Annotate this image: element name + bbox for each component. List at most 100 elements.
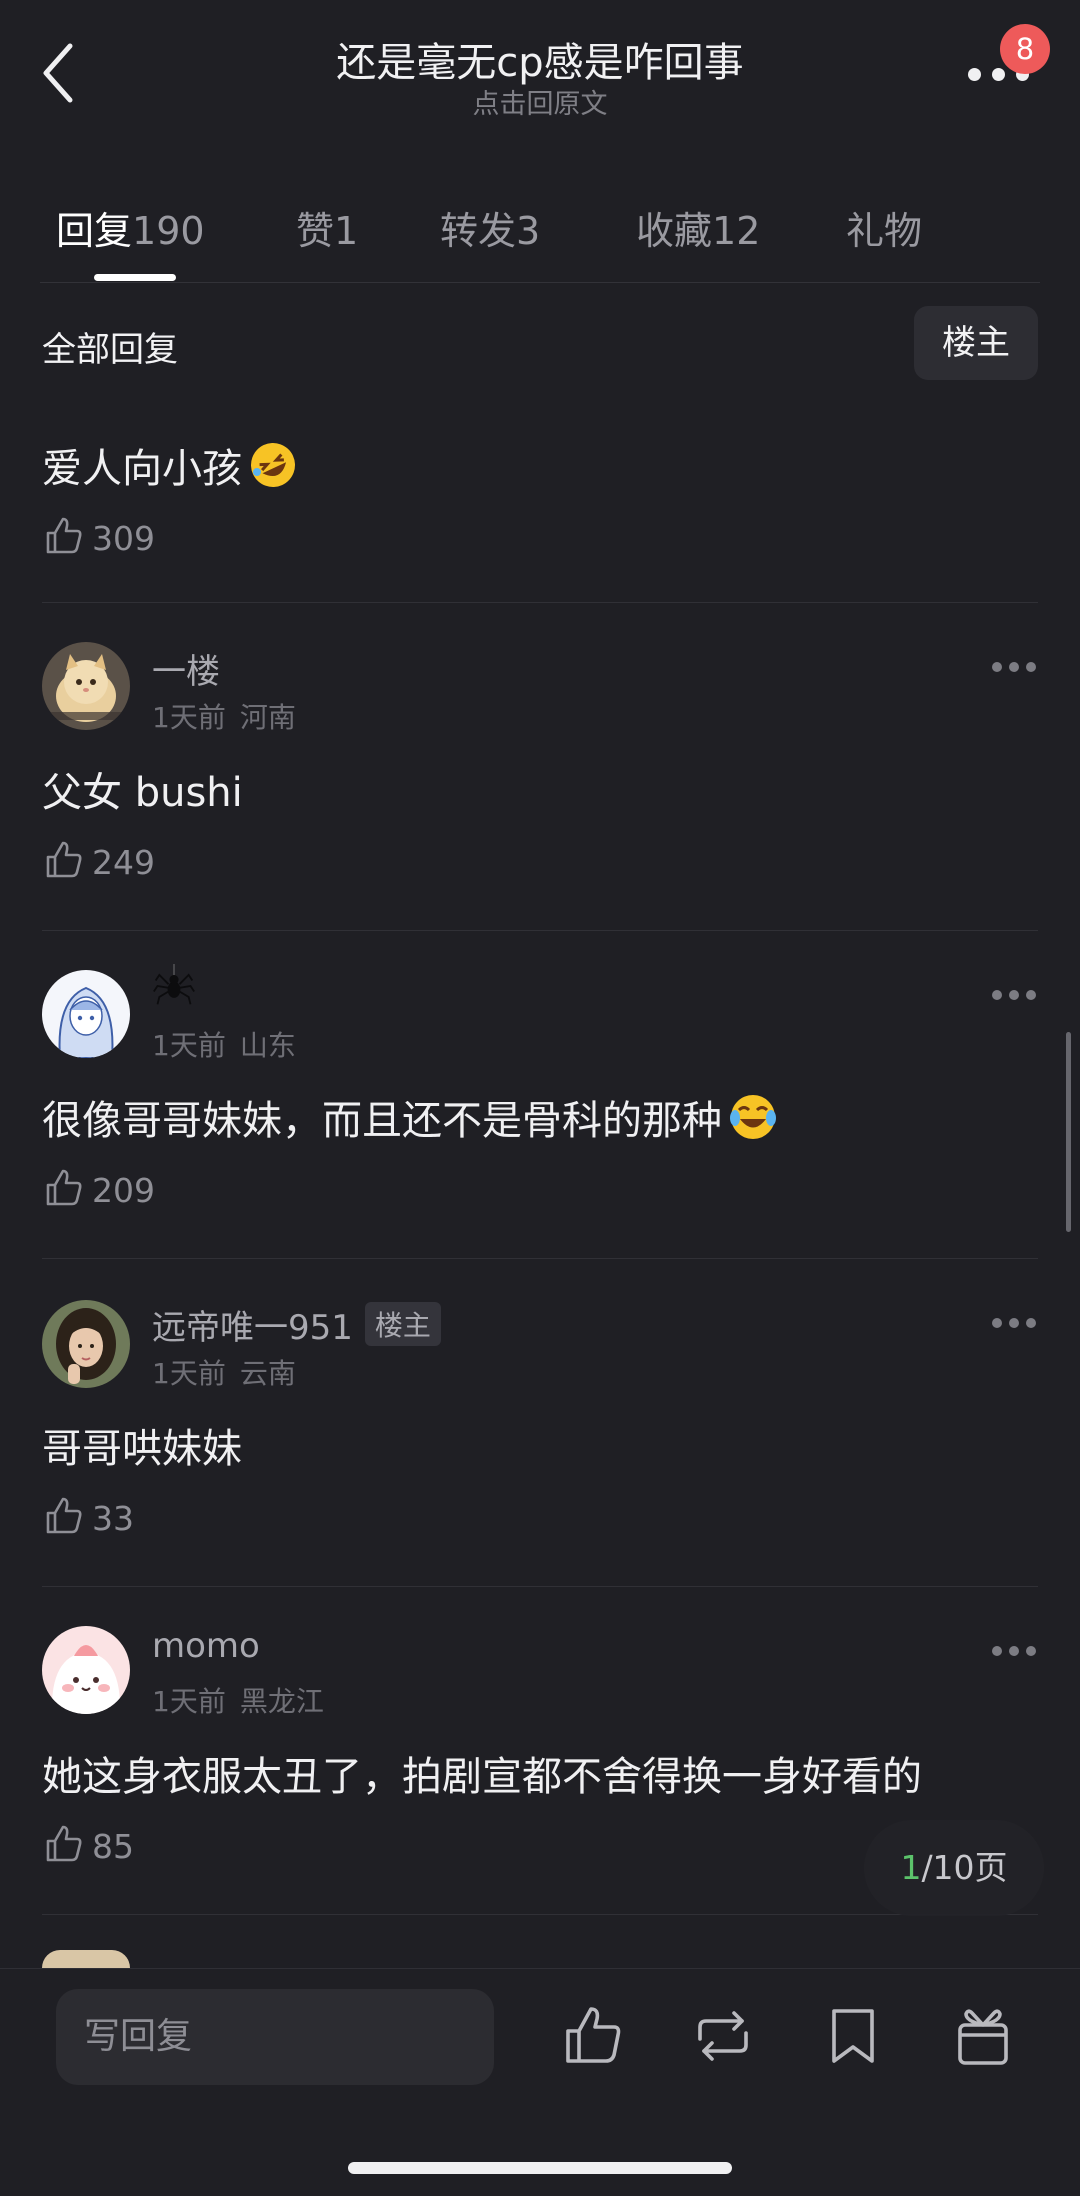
repost-icon (698, 2011, 748, 2061)
tab-reposts[interactable]: 转发3 (440, 200, 540, 255)
spider-icon (153, 964, 195, 1005)
active-tab-indicator (94, 274, 176, 281)
tab-count: 3 (516, 209, 541, 253)
comment-text: 哥哥哄妹妹 (42, 1426, 242, 1472)
gift-button[interactable] (950, 2001, 1016, 2071)
thumb-up-icon (566, 2007, 621, 2063)
tab-label: 转发 (440, 209, 517, 253)
comment-text-content: 很像哥哥妹妹，而且还不是骨科的那种 (42, 1098, 722, 1144)
like-count: 85 (92, 1827, 134, 1866)
like-count: 309 (92, 519, 155, 558)
thumb-up-icon (46, 1825, 82, 1862)
tab-gifts[interactable]: 礼物 (846, 200, 922, 255)
scrollbar[interactable] (1066, 1032, 1071, 1232)
thumb-up-icon (46, 1169, 82, 1206)
like-button[interactable]: 209 (42, 1166, 155, 1212)
username[interactable]: 一楼 (152, 644, 220, 693)
notification-badge: 8 (1000, 24, 1050, 74)
comment-more-button[interactable] (992, 1644, 1036, 1658)
like-button[interactable]: 309 (42, 514, 155, 560)
comment-location: 黑龙江 (239, 1685, 324, 1718)
more-icon (992, 990, 1002, 1000)
bookmark-icon (832, 2009, 874, 2063)
comment-text-content: 爱人向小孩 (42, 446, 242, 492)
bookmark-button[interactable] (820, 2001, 886, 2071)
like-count: 249 (92, 843, 155, 882)
tab-likes[interactable]: 赞1 (296, 200, 358, 255)
rofl-emoji (251, 443, 295, 487)
like-post-button[interactable] (560, 2001, 626, 2071)
home-indicator[interactable] (348, 2162, 732, 2174)
username[interactable]: 远帝唯一951 楼主 (152, 1300, 441, 1349)
more-icon (968, 68, 981, 81)
total-pages: /10页 (921, 1848, 1008, 1887)
tab-bar: 回复190 赞1 转发3 收藏12 礼物 (0, 190, 1080, 280)
tears-of-joy-emoji (730, 1095, 776, 1139)
page-indicator[interactable]: 1/10页 (864, 1820, 1044, 1916)
op-tag: 楼主 (364, 1302, 441, 1346)
avatar[interactable] (42, 970, 130, 1058)
current-page: 1 (900, 1848, 922, 1887)
comment-meta: 1天前 云南 (152, 1352, 296, 1392)
comment-time: 1天前 (152, 1357, 226, 1390)
divider (40, 282, 1040, 283)
more-icon-dot (992, 68, 1005, 81)
more-icon (992, 1318, 1002, 1328)
tab-replies[interactable]: 回复190 (56, 200, 205, 255)
like-button[interactable]: 33 (42, 1494, 134, 1540)
tab-count: 12 (712, 209, 761, 253)
comment-text: 父女 bushi (42, 770, 243, 816)
divider (42, 1914, 1038, 1915)
more-icon-dot (1026, 1646, 1036, 1656)
divider (42, 1586, 1038, 1587)
avatar[interactable] (42, 1950, 130, 1968)
like-button[interactable]: 85 (42, 1822, 134, 1868)
avatar[interactable] (42, 1300, 130, 1388)
tab-label: 礼物 (846, 209, 923, 253)
more-icon-dot (1009, 990, 1019, 1000)
username[interactable] (152, 964, 196, 1017)
like-count: 33 (92, 1499, 134, 1538)
repost-button[interactable] (690, 2001, 756, 2071)
like-count: 209 (92, 1171, 155, 1210)
more-icon (992, 662, 1002, 672)
comment-meta: 1天前 黑龙江 (152, 1680, 324, 1720)
comment-time: 1天前 (152, 1029, 226, 1062)
divider (42, 930, 1038, 931)
comment-more-button[interactable] (992, 1316, 1036, 1330)
like-button[interactable]: 249 (42, 838, 155, 884)
reply-input[interactable]: 写回复 (56, 1989, 494, 2085)
tab-count: 190 (132, 209, 205, 253)
avatar[interactable] (42, 642, 130, 730)
tab-favorites[interactable]: 收藏12 (636, 200, 760, 255)
thumb-up-icon (46, 1497, 82, 1534)
comment-text: 爱人向小孩 (42, 436, 298, 494)
tab-label: 回复 (56, 209, 133, 253)
comment-location: 云南 (239, 1357, 296, 1390)
tab-label: 赞 (296, 209, 335, 253)
back-to-original-link[interactable]: 点击回原文 (0, 82, 1080, 121)
more-icon-dot (1009, 1646, 1019, 1656)
comment-text: 她这身衣服太丑了，拍剧宣都不舍得换一身好看的 (42, 1754, 922, 1800)
comment-more-button[interactable] (992, 988, 1036, 1002)
comment-location: 山东 (239, 1029, 296, 1062)
top-bar: 还是毫无cp感是咋回事 点击回原文 8 (0, 0, 1080, 130)
post-title[interactable]: 还是毫无cp感是咋回事 (0, 30, 1080, 88)
comment-more-button[interactable] (992, 660, 1036, 674)
more-icon-dot (1026, 662, 1036, 672)
tab-count: 1 (334, 209, 359, 253)
op-filter-button[interactable]: 楼主 (914, 306, 1038, 380)
more-icon-dot (1026, 1318, 1036, 1328)
avatar[interactable] (42, 1626, 130, 1714)
more-icon-dot (1009, 1318, 1019, 1328)
tab-label: 收藏 (636, 209, 713, 253)
more-icon-dot (1009, 662, 1019, 672)
thumb-up-icon (46, 841, 82, 878)
thumb-up-icon (46, 517, 82, 554)
divider (42, 602, 1038, 603)
username[interactable]: momo (152, 1626, 260, 1666)
more-icon-dot (1026, 990, 1036, 1000)
gift-icon (958, 2009, 1008, 2065)
all-replies-label[interactable]: 全部回复 (42, 322, 178, 371)
comment-time: 1天前 (152, 701, 226, 734)
